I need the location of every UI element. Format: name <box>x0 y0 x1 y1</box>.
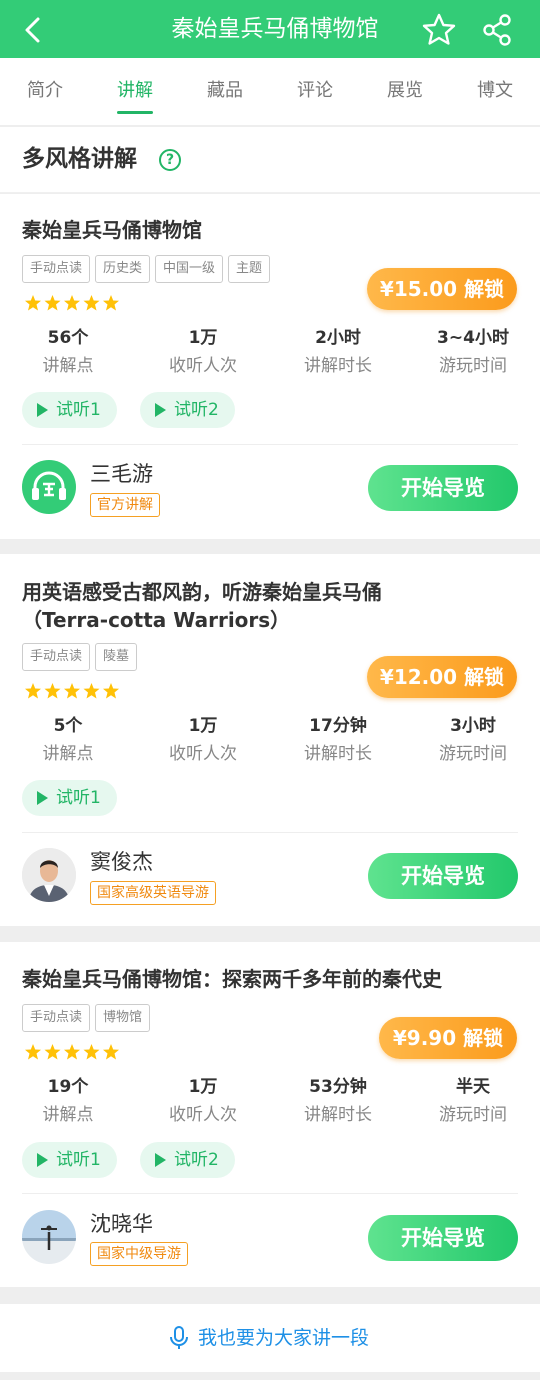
page-title: 秦始皇兵马俑博物馆 <box>171 16 379 42</box>
tag-list: 手动点读 博物馆 <box>22 1004 155 1032</box>
play-icon <box>37 403 48 417</box>
preview-button[interactable]: 试听2 <box>140 392 235 428</box>
stat-listeners: 1万 收听人次 <box>169 328 237 376</box>
stat-listeners: 1万 收听人次 <box>169 1077 237 1125</box>
unlock-price-button[interactable]: ¥9.90 解锁 <box>379 1017 517 1059</box>
tour-card[interactable]: 秦始皇兵马俑博物馆 手动点读 历史类 中国一级 主题 ¥15.00 解锁 56个 讲解点… <box>0 194 540 539</box>
help-icon[interactable]: ? <box>159 149 181 171</box>
tag: 历史类 <box>95 255 151 283</box>
tab-narration[interactable]: 讲解 <box>105 78 165 104</box>
play-icon <box>37 1153 48 1167</box>
tour-title: 秦始皇兵马俑博物馆：探索两千多年前的秦代史 <box>22 967 442 991</box>
guide-badge: 官方讲解 <box>90 493 160 517</box>
tag: 中国一级 <box>155 255 224 283</box>
guide-badge: 国家高级英语导游 <box>90 881 216 905</box>
tag: 手动点读 <box>22 255 91 283</box>
avatar-headphones-icon[interactable] <box>22 460 76 514</box>
start-tour-button[interactable]: 开始导览 <box>368 1215 518 1261</box>
avatar-landscape-photo[interactable] <box>22 1210 76 1264</box>
stat-points: 19个 讲解点 <box>42 1077 94 1125</box>
tab-intro[interactable]: 简介 <box>15 78 75 104</box>
top-bar: 秦始皇兵马俑博物馆 <box>0 0 540 58</box>
start-tour-button[interactable]: 开始导览 <box>368 853 518 899</box>
preview-button[interactable]: 试听1 <box>22 392 117 428</box>
tag: 主题 <box>228 255 271 283</box>
divider <box>22 832 518 833</box>
guide-name: 三毛游 <box>90 462 153 486</box>
stat-visit-time: 半天 游玩时间 <box>439 1077 507 1125</box>
stat-duration: 17分钟 讲解时长 <box>304 716 372 764</box>
tour-title: 用英语感受古都风韵，听游秦始皇兵马俑 （Terra-cotta Warriors） <box>22 580 382 632</box>
stat-duration: 53分钟 讲解时长 <box>304 1077 372 1125</box>
tour-card[interactable]: 用英语感受古都风韵，听游秦始皇兵马俑 （Terra-cotta Warriors）… <box>0 554 540 926</box>
tag: 博物馆 <box>95 1004 151 1032</box>
divider <box>22 1193 518 1194</box>
tag-list: 手动点读 陵墓 <box>22 643 142 671</box>
section-header: 多风格讲解 ? <box>0 127 540 193</box>
rating-stars <box>24 294 124 314</box>
stat-points: 56个 讲解点 <box>42 328 94 376</box>
tag-list: 手动点读 历史类 中国一级 主题 <box>22 255 275 283</box>
star-outline-icon[interactable] <box>421 12 457 48</box>
tab-bar: 简介 讲解 藏品 评论 展览 博文 <box>0 58 540 126</box>
unlock-price-button[interactable]: ¥15.00 解锁 <box>367 268 517 310</box>
stat-listeners: 1万 收听人次 <box>169 716 237 764</box>
play-icon <box>37 791 48 805</box>
contribute-bar[interactable]: 我也要为大家讲一段 <box>0 1304 540 1372</box>
preview-button[interactable]: 试听1 <box>22 780 117 816</box>
star-icon <box>25 1044 119 1060</box>
star-icon <box>25 683 119 699</box>
tag: 陵墓 <box>95 643 138 671</box>
tour-title: 秦始皇兵马俑博物馆 <box>22 218 202 242</box>
stat-visit-time: 3小时 游玩时间 <box>439 716 507 764</box>
stat-points: 5个 讲解点 <box>42 716 94 764</box>
play-icon <box>155 1153 166 1167</box>
divider <box>22 444 518 445</box>
stat-visit-time: 3~4小时 游玩时间 <box>437 328 509 376</box>
preview-button[interactable]: 试听1 <box>22 1142 117 1178</box>
guide-badge: 国家中级导游 <box>90 1242 188 1266</box>
tag: 手动点读 <box>22 643 91 671</box>
guide-name: 窦俊杰 <box>90 850 153 874</box>
tour-card[interactable]: 秦始皇兵马俑博物馆：探索两千多年前的秦代史 手动点读 博物馆 ¥9.90 解锁 1… <box>0 942 540 1287</box>
tab-blog[interactable]: 博文 <box>465 78 525 104</box>
avatar-man-photo[interactable] <box>22 848 76 902</box>
tab-exhibitions[interactable]: 展览 <box>375 78 435 104</box>
tab-collection[interactable]: 藏品 <box>195 78 255 104</box>
section-title: 多风格讲解 <box>22 146 137 172</box>
preview-button[interactable]: 试听2 <box>140 1142 235 1178</box>
share-icon[interactable] <box>479 12 515 48</box>
contribute-label: 我也要为大家讲一段 <box>198 1327 370 1349</box>
unlock-price-button[interactable]: ¥12.00 解锁 <box>367 656 517 698</box>
active-tab-indicator <box>117 111 153 114</box>
back-arrow-icon[interactable] <box>16 14 48 46</box>
guide-name: 沈晓华 <box>90 1212 153 1236</box>
microphone-icon <box>170 1326 188 1349</box>
rating-stars <box>24 1043 124 1063</box>
play-icon <box>155 403 166 417</box>
tab-reviews[interactable]: 评论 <box>285 78 345 104</box>
start-tour-button[interactable]: 开始导览 <box>368 465 518 511</box>
star-icon <box>25 295 119 311</box>
rating-stars <box>24 682 124 702</box>
tag: 手动点读 <box>22 1004 91 1032</box>
stat-duration: 2小时 讲解时长 <box>304 328 372 376</box>
